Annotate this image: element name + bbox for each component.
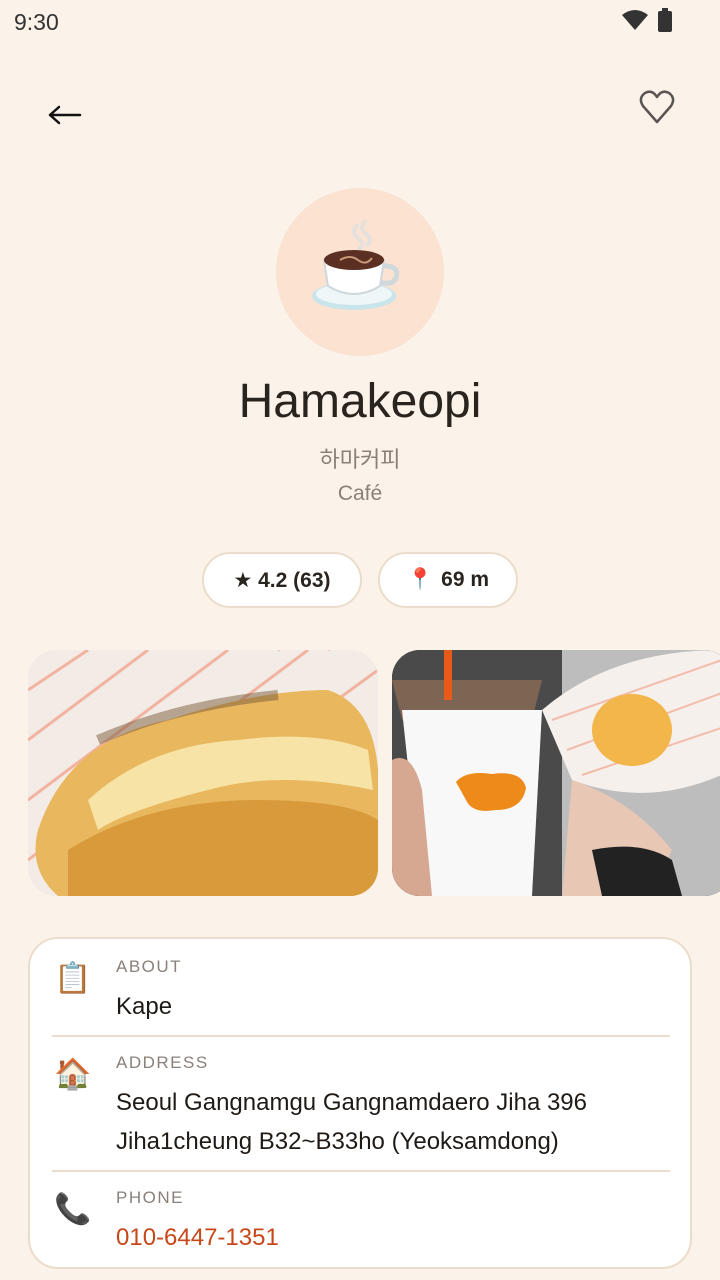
arrow-left-icon (48, 92, 82, 133)
phone-icon: 📞 (54, 1193, 92, 1226)
rating-text: ★ 4.2 (63) (233, 568, 331, 592)
address-value[interactable]: Seoul Gangnamgu Gangnamdaero Jiha 396 Ji… (116, 1083, 676, 1161)
about-row: 📋 ABOUT Kape (50, 939, 670, 1035)
heart-outline-icon (639, 89, 675, 130)
photo-bread[interactable] (28, 650, 378, 896)
app-bar (0, 70, 720, 160)
status-bar: 9:30 (0, 0, 720, 44)
status-time: 9:30 (14, 9, 59, 35)
distance-text: 69 m (441, 568, 490, 591)
about-label: ABOUT (116, 957, 183, 976)
wifi-icon (622, 9, 648, 36)
house-icon: 🏠 (54, 1058, 92, 1091)
coffee-cup-icon (310, 218, 410, 325)
phone-label: PHONE (116, 1188, 184, 1207)
clipboard-icon: 📋 (54, 962, 92, 995)
place-name: Hamakeopi (238, 375, 482, 428)
status-icons (622, 8, 672, 37)
address-label: ADDRESS (116, 1053, 209, 1072)
phone-row[interactable]: 📞 PHONE 010-6447-1351 (50, 1170, 670, 1266)
place-avatar (276, 188, 444, 356)
battery-icon (658, 8, 672, 37)
details-card: 📋 ABOUT Kape 🏠 ADDRESS Seoul Gangnamgu G… (28, 937, 692, 1269)
place-category: Café (337, 482, 383, 505)
about-value: Kape (116, 993, 173, 1020)
pin-icon: 📍 (406, 568, 434, 591)
back-button[interactable] (40, 88, 90, 138)
photo-drink-and-bread[interactable] (392, 650, 720, 896)
photo-carousel[interactable] (28, 650, 720, 896)
place-local-name: 하마커피 (319, 447, 401, 472)
favorite-button[interactable] (632, 84, 682, 134)
address-row[interactable]: 🏠 ADDRESS Seoul Gangnamgu Gangnamdaero J… (50, 1035, 670, 1171)
rating-chip[interactable]: ★ 4.2 (63) (202, 552, 362, 608)
chips-row: ★ 4.2 (63) 📍 69 m (0, 552, 720, 608)
phone-link[interactable]: 010-6447-1351 (116, 1218, 676, 1257)
distance-chip[interactable]: 📍 69 m (378, 552, 518, 608)
